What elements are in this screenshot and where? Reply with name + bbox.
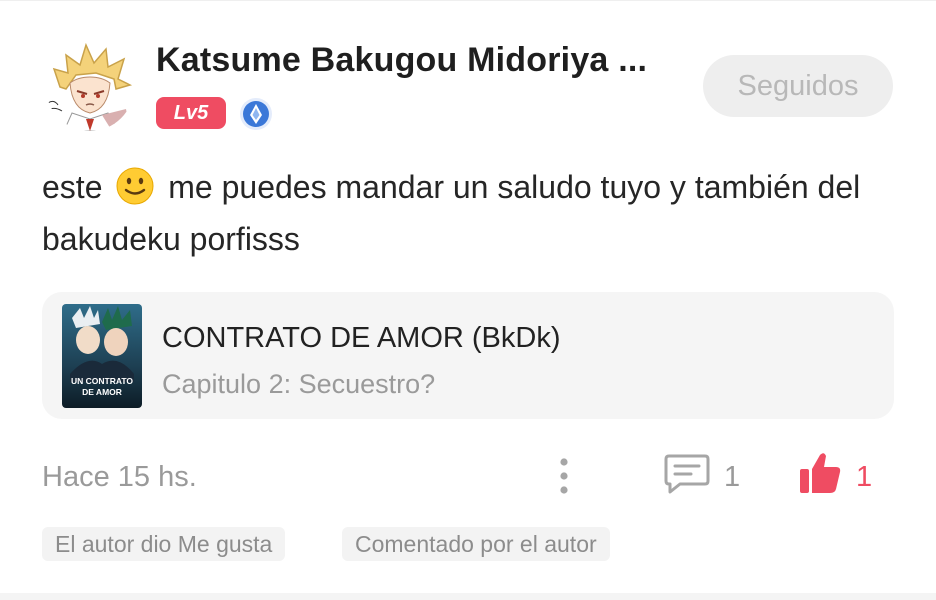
- comment-text-part1: este: [42, 169, 103, 205]
- timestamp: Hace 15 hs.: [42, 461, 197, 493]
- follow-button[interactable]: Seguidos: [703, 55, 893, 117]
- book-cover: UN CONTRATO DE AMOR: [62, 304, 142, 408]
- divider: [0, 593, 936, 600]
- comment-text: este me puedes mandar un saludo tuyo y t…: [42, 161, 862, 265]
- author-commented-tag: Comentado por el autor: [342, 527, 610, 561]
- comment-card: Katsume Bakugou Midoriya ... Lv5 Seguido…: [0, 0, 936, 600]
- author-liked-tag: El autor dio Me gusta: [42, 527, 286, 561]
- medal-icon: [238, 97, 274, 131]
- more-vertical-icon[interactable]: [552, 457, 576, 495]
- comment-text-part2: me puedes mandar un saludo tuyo y tambié…: [42, 169, 861, 257]
- comment-icon[interactable]: [664, 453, 710, 495]
- thumbs-up-icon[interactable]: [798, 451, 842, 495]
- avatar-image: [46, 39, 134, 131]
- author-name[interactable]: Katsume Bakugou Midoriya ...: [156, 41, 647, 80]
- comment-count: 1: [724, 461, 741, 493]
- level-badge: Lv5: [156, 97, 226, 129]
- avatar[interactable]: [46, 39, 134, 131]
- like-count: 1: [856, 461, 873, 493]
- cover-title-line1: UN CONTRATO: [71, 376, 133, 386]
- book-chapter: Capitulo 2: Secuestro?: [162, 369, 436, 399]
- cover-title-line2: DE AMOR: [82, 387, 122, 397]
- book-title: CONTRATO DE AMOR (BkDk): [162, 322, 561, 354]
- smiling-face-emoji-icon: [115, 166, 155, 206]
- book-card[interactable]: UN CONTRATO DE AMOR CONTRATO DE AMOR (Bk…: [42, 292, 894, 419]
